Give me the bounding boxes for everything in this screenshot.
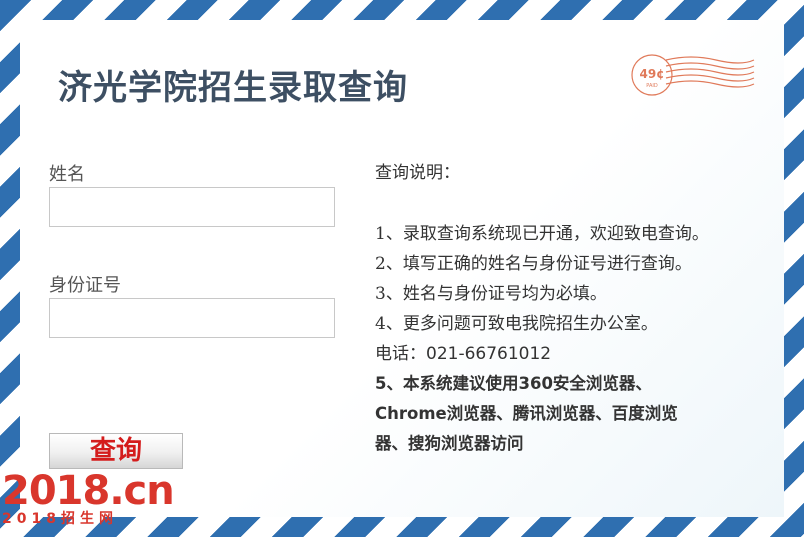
query-card: 济光学院招生录取查询 49¢ PAID 姓名 身份证号 查询 查询说明： 1、录… bbox=[20, 20, 784, 517]
browser-note-line: 器、搜狗浏览器访问 bbox=[375, 434, 524, 453]
instruction-item: 3、姓名与身份证号均为必填。 bbox=[375, 284, 607, 304]
instruction-item: 2、填写正确的姓名与身份证号进行查询。 bbox=[375, 254, 692, 274]
id-number-label: 身份证号 bbox=[49, 275, 121, 296]
name-input[interactable] bbox=[49, 187, 335, 227]
id-number-input[interactable] bbox=[49, 298, 335, 338]
instruction-item: 4、更多问题可致电我院招生办公室。 bbox=[375, 314, 658, 334]
instructions-heading: 查询说明： bbox=[375, 163, 460, 183]
site-watermark-logo: 2018.cn 2018招生网 bbox=[2, 468, 175, 528]
phone-line: 电话：021-66761012 bbox=[375, 339, 775, 369]
stamp-sub: PAID bbox=[646, 83, 658, 89]
envelope-border: 济光学院招生录取查询 49¢ PAID 姓名 身份证号 查询 查询说明： 1、录… bbox=[0, 0, 804, 537]
instructions-panel: 查询说明： 1、录取查询系统现已开通，欢迎致电查询。 2、填写正确的姓名与身份证… bbox=[375, 158, 775, 459]
phone-number: 021-66761012 bbox=[426, 344, 552, 364]
watermark-main-text: 2018.cn bbox=[2, 468, 175, 514]
browser-note-line: Chrome浏览器、腾讯浏览器、百度浏览 bbox=[375, 404, 678, 423]
stamp-value: 49¢ bbox=[639, 67, 664, 81]
browser-note-line: 5、本系统建议使用360安全浏览器、 bbox=[375, 374, 652, 393]
instruction-item: 1、录取查询系统现已开通，欢迎致电查询。 bbox=[375, 224, 709, 244]
page-title: 济光学院招生录取查询 bbox=[58, 68, 408, 108]
name-label: 姓名 bbox=[49, 164, 85, 185]
phone-label: 电话： bbox=[375, 344, 426, 364]
query-button[interactable]: 查询 bbox=[49, 433, 183, 469]
postage-stamp-icon: 49¢ PAID bbox=[631, 54, 755, 96]
